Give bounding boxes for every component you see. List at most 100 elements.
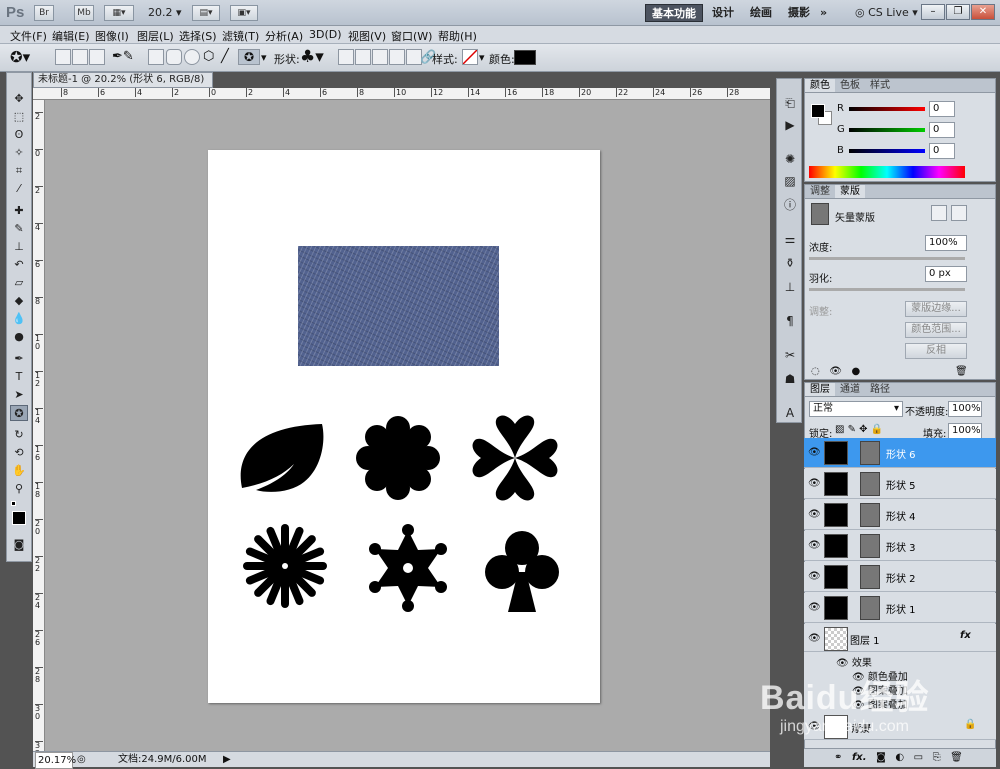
bridge-button[interactable]: Br [34,5,54,21]
color-range-button[interactable]: 颜色范围... [905,322,967,338]
cs-live-button[interactable]: ◎ CS Live ▾ [855,4,918,22]
tab-channels[interactable]: 通道 [835,383,865,396]
3d-panel-icon[interactable]: ✺ [781,151,799,167]
move-tool-icon[interactable]: ✥ [10,91,28,107]
3d-rotate-tool-icon[interactable]: ↻ [10,427,28,443]
lock-icons[interactable]: ▨ ✎ ✥ 🔒 [835,424,883,435]
new-shape-layer-button[interactable] [338,49,354,65]
paths-mode-button[interactable] [72,49,88,65]
info-panel-icon[interactable]: ⓘ [781,197,799,213]
workspace-painting[interactable]: 绘画 [750,4,772,22]
workspace-more-button[interactable]: » [820,4,827,22]
zoom-level-dropdown[interactable]: 20.2 ▾ [148,5,182,21]
visibility-eye-icon[interactable]: 👁 [808,602,821,613]
layer-effects-icon[interactable]: fx [960,630,971,641]
workspace-photography[interactable]: 摄影 [788,4,810,22]
delete-layer-icon[interactable]: 🗑 [950,752,963,763]
view-extras-button[interactable]: ▦▾ [104,5,134,21]
b-slider[interactable] [849,149,925,153]
layer-row-shape-3[interactable]: 👁 形状 3 [804,531,996,561]
status-menu-arrow-icon[interactable]: ▶ [223,752,231,767]
hand-tool-icon[interactable]: ✋ [10,463,28,479]
tool-presets-panel-icon[interactable]: ✂ [781,347,799,363]
arrange-documents-button[interactable]: ▤▾ [192,5,220,21]
pen-tool-icon[interactable]: ✒ [10,351,28,367]
b-value-field[interactable]: 0 [929,143,955,159]
density-field[interactable]: 100% [925,235,967,251]
new-layer-icon[interactable]: ⎘ [933,752,941,763]
visibility-eye-icon[interactable]: 👁 [808,509,821,520]
geometry-options-icon[interactable]: ▾ [261,51,267,64]
density-slider[interactable] [809,257,965,260]
tab-styles[interactable]: 样式 [865,79,895,92]
pen-tools-icon[interactable]: ✒✎ [112,49,134,64]
zoom-tool-icon[interactable]: ⚲ [10,481,28,497]
type-tool-icon[interactable]: T [10,369,28,385]
clone-stamp-tool-icon[interactable]: ⊥ [10,239,28,255]
rounded-rectangle-shape-button[interactable] [166,49,182,65]
menu-edit[interactable]: 编辑(E) [52,28,90,44]
mask-edge-button[interactable]: 蒙版边缘... [905,301,967,317]
intersect-shape-button[interactable] [389,49,405,65]
invert-button[interactable]: 反相 [905,343,967,359]
shape-layers-mode-button[interactable] [55,49,71,65]
subtract-shape-button[interactable] [372,49,388,65]
add-style-icon[interactable]: fx. [852,752,867,763]
mini-bridge-button[interactable]: Mb [74,5,94,21]
eraser-tool-icon[interactable]: ▱ [10,275,28,291]
tab-paths[interactable]: 路径 [865,383,895,396]
workspace-essentials-button[interactable]: 基本功能 [645,4,703,22]
mask-panel-footer-icons[interactable]: ◌ 👁 ● [811,366,860,377]
custom-shape-tool-preset-icon[interactable]: ✪▾ [10,48,30,66]
lasso-tool-icon[interactable]: ʘ [10,127,28,143]
denim-pattern-layer[interactable] [298,246,499,366]
shape-picker[interactable]: ♣▾ [300,47,324,67]
menu-window[interactable]: 窗口(W) [391,28,432,44]
r-slider[interactable] [849,107,925,111]
character-panel-icon[interactable]: A [781,405,799,421]
marquee-tool-icon[interactable]: ⬚ [10,109,28,125]
healing-brush-tool-icon[interactable]: ✚ [10,203,28,219]
clone-source-panel-icon[interactable]: ⊥ [781,279,799,295]
visibility-eye-icon[interactable]: 👁 [808,478,821,489]
blur-tool-icon[interactable]: 💧 [10,311,28,327]
layer-row-shape-1[interactable]: 👁 形状 1 [804,593,996,623]
ellipse-shape-button[interactable] [184,49,200,65]
menu-analysis[interactable]: 分析(A) [265,28,303,44]
add-pixel-mask-button[interactable] [931,205,947,221]
screen-mode-button[interactable]: ▣▾ [230,5,258,21]
fill-pixels-mode-button[interactable] [89,49,105,65]
notes-panel-icon[interactable]: ☗ [781,371,799,387]
link-layers-icon[interactable]: ⚭ [834,752,842,763]
feather-slider[interactable] [809,288,965,291]
dodge-tool-icon[interactable]: ● [10,329,28,345]
opacity-field[interactable]: 100% [948,401,982,417]
color-panel-foreground-swatch[interactable] [811,104,825,118]
layer-row-shape-6[interactable]: 👁 形状 6 [804,438,996,468]
line-shape-icon[interactable]: ╱ [221,49,229,64]
custom-shape-button[interactable]: ✪ [238,49,260,65]
new-group-icon[interactable]: ▭ [914,752,923,763]
layer-row-shape-2[interactable]: 👁 形状 2 [804,562,996,592]
brush-presets-panel-icon[interactable]: ⚌ [781,231,799,247]
eyedropper-tool-icon[interactable]: ⁄ [10,181,28,197]
style-dropdown-icon[interactable]: ▾ [479,51,485,64]
tab-swatches[interactable]: 色板 [835,79,865,92]
minimize-button[interactable]: – [921,4,945,20]
default-colors-icon[interactable] [11,501,19,509]
menu-layer[interactable]: 图层(L) [137,28,174,44]
menu-filter[interactable]: 滤镜(T) [222,28,259,44]
restore-button[interactable]: ❐ [946,4,970,20]
crop-tool-icon[interactable]: ⌗ [10,163,28,179]
feather-field[interactable]: 0 px [925,266,967,282]
color-spectrum-bar[interactable] [809,166,965,178]
polygon-shape-icon[interactable]: ⬡ [203,49,214,64]
status-options-icon[interactable]: ◎ [77,752,86,767]
quick-mask-icon[interactable]: ◙ [10,537,28,553]
tab-adjustments[interactable]: 调整 [805,185,835,198]
menu-3d[interactable]: 3D(D) [309,28,342,41]
brush-panel-icon[interactable]: ⚱ [781,255,799,271]
tab-masks[interactable]: 蒙版 [835,185,865,198]
tab-layers[interactable]: 图层 [805,383,835,396]
history-brush-tool-icon[interactable]: ↶ [10,257,28,273]
